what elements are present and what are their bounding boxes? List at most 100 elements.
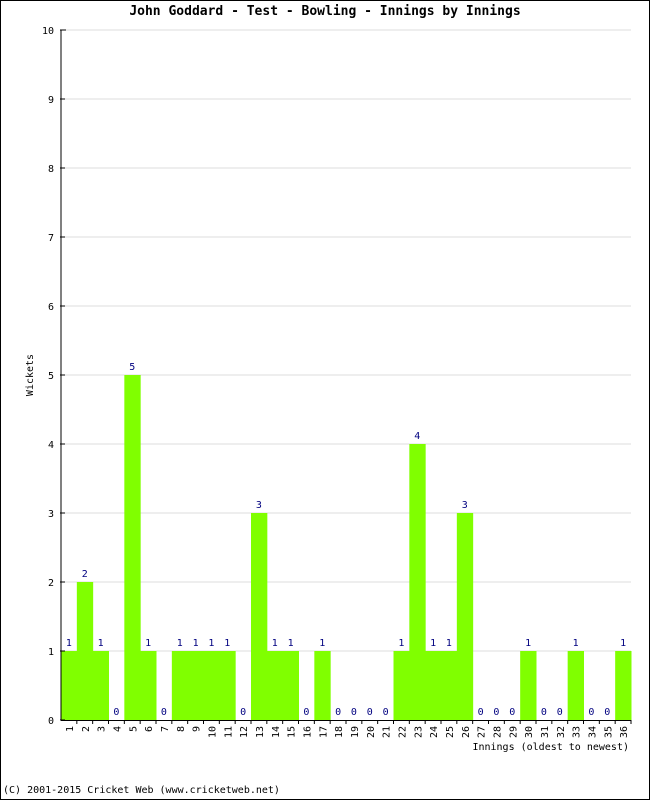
x-tick-label: 23: [413, 726, 424, 738]
x-tick-label: 2: [81, 726, 92, 732]
data-label: 1: [208, 638, 214, 649]
x-tick-label: 18: [334, 726, 345, 738]
data-label: 1: [145, 638, 151, 649]
y-tick-label: 7: [48, 233, 54, 244]
data-label: 0: [113, 707, 119, 718]
data-label: 1: [98, 638, 104, 649]
y-tick-label: 8: [48, 164, 54, 175]
data-label: 1: [620, 638, 626, 649]
data-label: 0: [240, 707, 246, 718]
bar: [314, 651, 331, 720]
data-label: 0: [367, 707, 373, 718]
x-tick-label: 17: [318, 726, 329, 738]
data-label: 0: [351, 707, 357, 718]
data-label: 1: [288, 638, 294, 649]
bar: [76, 582, 94, 720]
x-tick-label: 16: [302, 726, 313, 738]
y-tick-label: 2: [48, 578, 54, 589]
x-tick-label: 27: [477, 726, 488, 738]
data-label: 0: [604, 707, 610, 718]
y-tick-label: 3: [48, 509, 54, 520]
x-tick-label: 36: [619, 726, 630, 738]
y-tick-label: 5: [48, 371, 54, 382]
data-label: 1: [430, 638, 436, 649]
x-tick-label: 29: [508, 726, 519, 738]
y-tick-label: 10: [42, 26, 54, 37]
bar: [140, 651, 157, 720]
bar: [567, 651, 584, 720]
x-tick-label: 12: [239, 726, 250, 738]
data-label: 1: [446, 638, 452, 649]
x-tick-label: 1: [65, 726, 76, 732]
data-label: 1: [224, 638, 230, 649]
bar: [425, 651, 442, 720]
x-tick-label: 13: [255, 726, 266, 738]
x-tick-label: 6: [144, 726, 155, 732]
copyright-footer: (C) 2001-2015 Cricket Web (www.cricketwe…: [3, 785, 280, 796]
bar: [441, 651, 458, 720]
data-label: 4: [414, 431, 420, 442]
data-label: 1: [398, 638, 404, 649]
bar: [187, 651, 204, 720]
x-tick-label: 11: [223, 726, 234, 738]
bar: [203, 651, 220, 720]
x-tick-label: 24: [429, 726, 440, 738]
data-label: 0: [161, 707, 167, 718]
x-tick-label: 21: [382, 726, 393, 738]
x-tick-label: 19: [350, 726, 361, 738]
data-label: 1: [319, 638, 325, 649]
y-axis-label: Wickets: [25, 354, 36, 396]
bar: [520, 651, 537, 720]
data-label: 1: [272, 638, 278, 649]
x-tick-label: 28: [492, 726, 503, 738]
data-label: 0: [541, 707, 547, 718]
x-tick-label: 32: [556, 726, 567, 738]
x-tick-label: 3: [97, 726, 108, 732]
data-label: 0: [493, 707, 499, 718]
bar: [219, 651, 236, 720]
x-tick-label: 26: [461, 726, 472, 738]
bar: [124, 375, 141, 720]
data-label: 0: [303, 707, 309, 718]
x-tick-label: 35: [603, 726, 614, 738]
bar: [266, 651, 284, 720]
x-tick-label: 25: [445, 726, 456, 738]
bar: [171, 651, 189, 720]
x-axis-label: Innings (oldest to newest): [472, 742, 629, 753]
data-label: 0: [383, 707, 389, 718]
data-label: 0: [509, 707, 515, 718]
x-tick-label: 10: [207, 726, 218, 738]
x-tick-label: 22: [397, 726, 408, 738]
x-tick-label: 31: [540, 726, 551, 738]
bar: [251, 513, 268, 720]
x-tick-label: 20: [366, 726, 377, 738]
data-label: 0: [557, 707, 563, 718]
bar: [456, 513, 474, 720]
data-label: 3: [256, 500, 262, 511]
data-label: 1: [193, 638, 199, 649]
x-tick-label: 15: [287, 726, 298, 738]
x-tick-label: 9: [192, 726, 203, 732]
bar: [409, 444, 426, 720]
data-label: 5: [129, 362, 135, 373]
bar: [61, 651, 78, 720]
data-label: 3: [462, 500, 468, 511]
bar: [393, 651, 410, 720]
x-tick-label: 33: [572, 726, 583, 738]
x-tick-label: 8: [176, 726, 187, 732]
bar: [282, 651, 299, 720]
data-label: 1: [573, 638, 579, 649]
data-label: 0: [335, 707, 341, 718]
x-tick-label: 34: [587, 726, 598, 738]
x-tick-label: 4: [112, 726, 123, 732]
data-label: 0: [478, 707, 484, 718]
bar: [92, 651, 109, 720]
x-tick-label: 14: [271, 726, 282, 738]
y-tick-label: 6: [48, 302, 54, 313]
bar: [615, 651, 632, 720]
x-tick-label: 5: [128, 726, 139, 732]
data-label: 1: [525, 638, 531, 649]
bar-chart: 12105101 1 1 1031 1010 0 0 0141 130 0 010 010 01 012…: [25, 26, 632, 753]
x-tick-label: 7: [160, 726, 171, 732]
y-tick-label: 4: [48, 440, 54, 451]
